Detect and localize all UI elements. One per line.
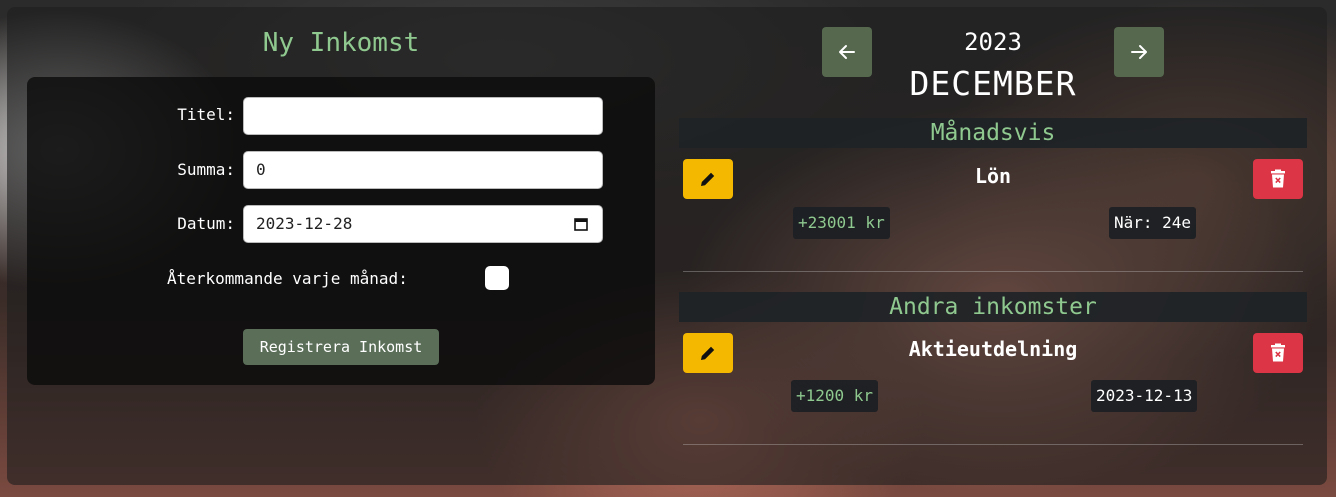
delete-button[interactable] (1253, 159, 1303, 199)
prev-month-button[interactable] (822, 27, 872, 77)
new-income-form: Titel: Summa: 0 Datum: 2023-12-28 Återko… (27, 77, 655, 385)
amount-badge: +1200 kr (791, 380, 879, 412)
trash-icon (1271, 343, 1285, 362)
date-input[interactable]: 2023-12-28 (243, 205, 603, 243)
sum-label: Summa: (177, 160, 235, 179)
title-input[interactable] (243, 97, 603, 135)
arrow-right-icon (1131, 45, 1147, 59)
date-value: 2023-12-28 (256, 214, 353, 233)
income-title: Lön (974, 164, 1012, 188)
date-badge: 2023-12-13 (1091, 380, 1198, 412)
amount-badge: +23001 kr (793, 207, 890, 239)
date-label: Datum: (177, 214, 235, 233)
sum-input[interactable]: 0 (243, 151, 603, 189)
arrow-left-icon (839, 45, 855, 59)
register-income-button[interactable]: Registrera Inkomst (243, 329, 439, 365)
recurring-checkbox[interactable] (485, 266, 509, 290)
divider (683, 444, 1303, 445)
income-title: Aktieutdelning (908, 337, 1078, 361)
recurring-label: Återkommande varje månad: (167, 269, 408, 288)
next-month-button[interactable] (1114, 27, 1164, 77)
edit-button[interactable] (683, 159, 733, 199)
section-header-other: Andra inkomster (679, 292, 1307, 322)
title-label: Titel: (177, 105, 235, 124)
divider (683, 271, 1303, 272)
calendar-icon[interactable] (574, 217, 588, 231)
section-header-monthly: Månadsvis (679, 118, 1307, 148)
form-title: Ny Inkomst (262, 28, 420, 58)
date-badge: När: 24e (1109, 207, 1197, 239)
pencil-icon (701, 346, 715, 360)
trash-icon (1271, 169, 1285, 188)
month-label: DECEMBER (909, 64, 1077, 103)
delete-button[interactable] (1253, 333, 1303, 373)
edit-button[interactable] (683, 333, 733, 373)
pencil-icon (701, 172, 715, 186)
year-label: 2023 (964, 28, 1022, 56)
